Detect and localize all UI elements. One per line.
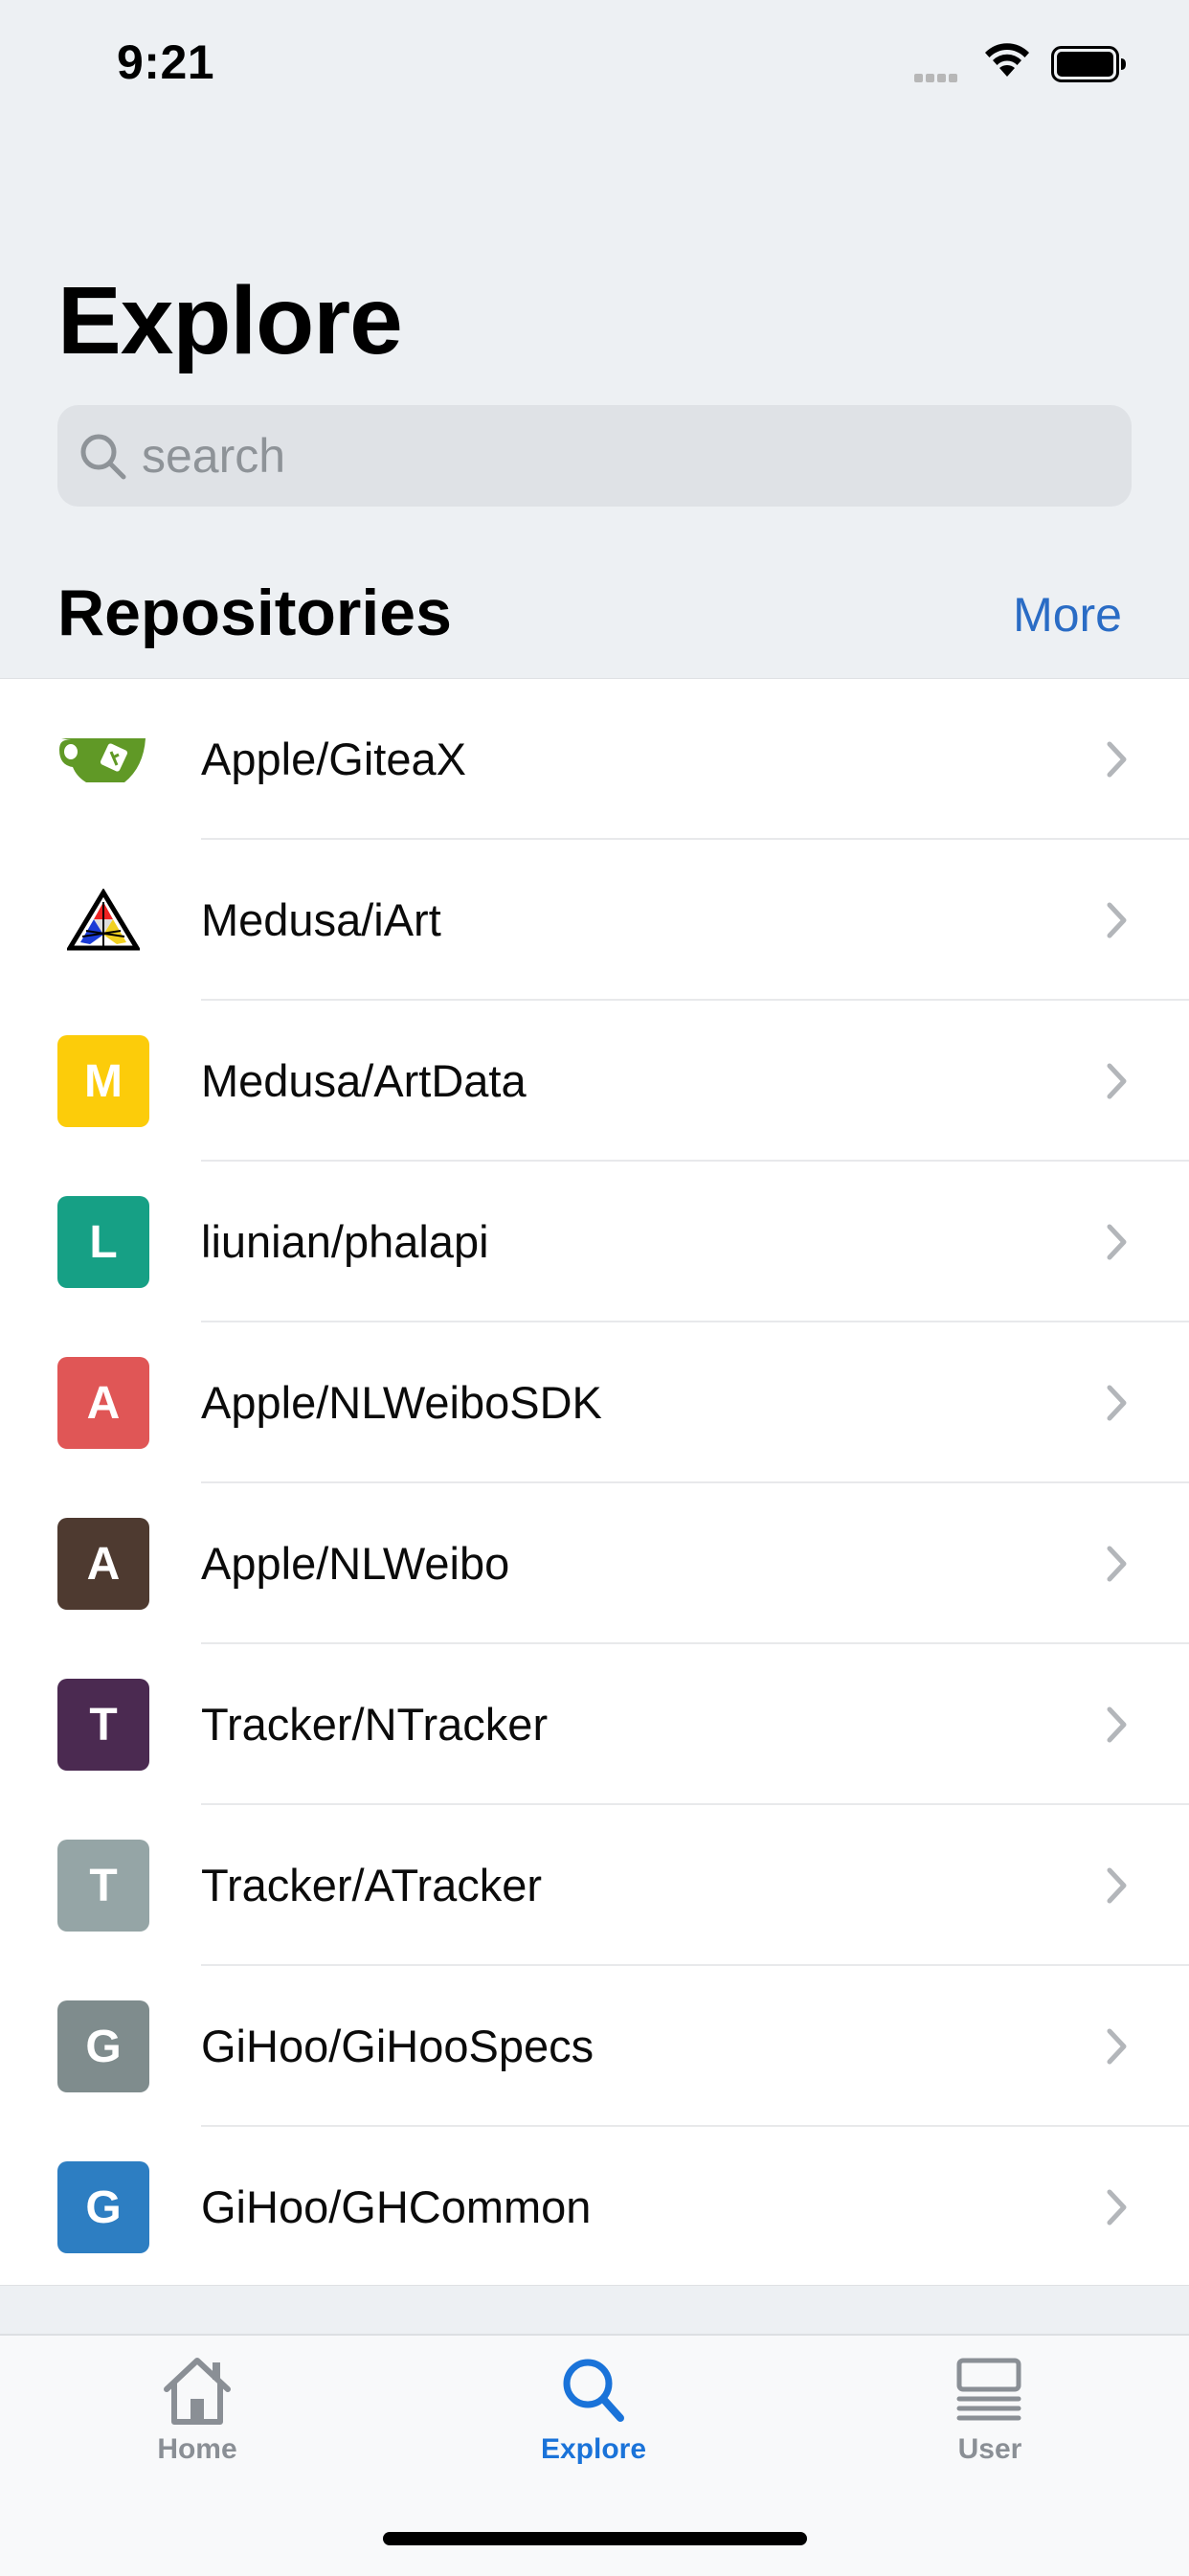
repo-row[interactable]: A Apple/NLWeiboSDK (0, 1322, 1189, 1483)
status-time: 9:21 (117, 35, 215, 89)
house-icon (164, 2358, 231, 2425)
chevron-right-icon (1107, 1063, 1127, 1099)
chevron-right-icon (1107, 1546, 1127, 1582)
search-input[interactable] (142, 405, 1099, 507)
battery-icon (1051, 46, 1126, 82)
repo-name: Medusa/iArt (201, 894, 441, 945)
section-title: Repositories (57, 576, 452, 649)
chevron-right-icon (1107, 2028, 1127, 2065)
repo-row[interactable]: Medusa/iArt (0, 840, 1189, 1001)
repo-row[interactable]: T Tracker/NTracker (0, 1644, 1189, 1805)
repo-row[interactable]: Apple/GiteaX (0, 679, 1189, 840)
chevron-right-icon (1107, 902, 1127, 938)
search-bar[interactable] (57, 405, 1132, 507)
chevron-right-icon (1107, 1224, 1127, 1260)
repo-avatar: T (57, 1840, 149, 1932)
repo-name: Apple/NLWeibo (201, 1538, 510, 1589)
chevron-right-icon (1107, 2189, 1127, 2226)
repo-row[interactable]: M Medusa/ArtData (0, 1001, 1189, 1162)
repo-row[interactable]: L liunian/phalapi (0, 1162, 1189, 1322)
repo-avatar: M (57, 1035, 149, 1127)
repo-name: Tracker/ATracker (201, 1860, 543, 1910)
list-card-icon (956, 2358, 1021, 2421)
tab-explore[interactable]: Explore (498, 2355, 689, 2489)
chevron-right-icon (1107, 741, 1127, 778)
search-icon (80, 434, 126, 480)
repo-name: Apple/NLWeiboSDK (201, 1377, 602, 1428)
repo-row[interactable]: T Tracker/ATracker (0, 1805, 1189, 1966)
tab-user-label: User (957, 2433, 1022, 2465)
repo-avatar: A (57, 1357, 149, 1449)
repo-avatar: L (57, 1196, 149, 1288)
gitea-logo-icon (57, 713, 149, 805)
status-bar: 9:21 (0, 0, 1189, 128)
repo-avatar: G (57, 2000, 149, 2092)
repo-name: Tracker/NTracker (201, 1699, 549, 1750)
repo-name: GiHoo/GHCommon (201, 2181, 592, 2232)
repo-avatar: A (57, 1518, 149, 1610)
repo-name: GiHoo/GiHooSpecs (201, 2021, 594, 2071)
chevron-right-icon (1107, 1706, 1127, 1743)
tab-user[interactable]: User (894, 2355, 1086, 2489)
page-title: Explore (57, 267, 403, 374)
repo-avatar: T (57, 1679, 149, 1771)
repo-name: Apple/GiteaX (201, 734, 466, 784)
wifi-icon (985, 43, 1029, 77)
more-link[interactable]: More (1013, 586, 1122, 644)
repo-name: liunian/phalapi (201, 1216, 489, 1267)
chevron-right-icon (1107, 1867, 1127, 1904)
repository-list: Apple/GiteaX Medusa/iArt M Medusa/ArtDat… (0, 678, 1189, 2286)
repo-row[interactable]: G GiHoo/GiHooSpecs (0, 1966, 1189, 2127)
chevron-right-icon (1107, 1385, 1127, 1421)
triangle-cube-logo-icon (57, 874, 149, 966)
cellular-signal-icon (914, 70, 960, 87)
repo-row[interactable]: A Apple/NLWeibo (0, 1483, 1189, 1644)
repo-avatar: G (57, 2161, 149, 2253)
magnifier-icon (563, 2359, 624, 2422)
tab-home[interactable]: Home (101, 2355, 293, 2489)
home-indicator (383, 2532, 807, 2545)
repo-name: Medusa/ArtData (201, 1055, 527, 1106)
tab-home-label: Home (157, 2433, 237, 2465)
repo-row[interactable]: G GiHoo/GHCommon (0, 2127, 1189, 2288)
tab-explore-label: Explore (540, 2433, 647, 2465)
